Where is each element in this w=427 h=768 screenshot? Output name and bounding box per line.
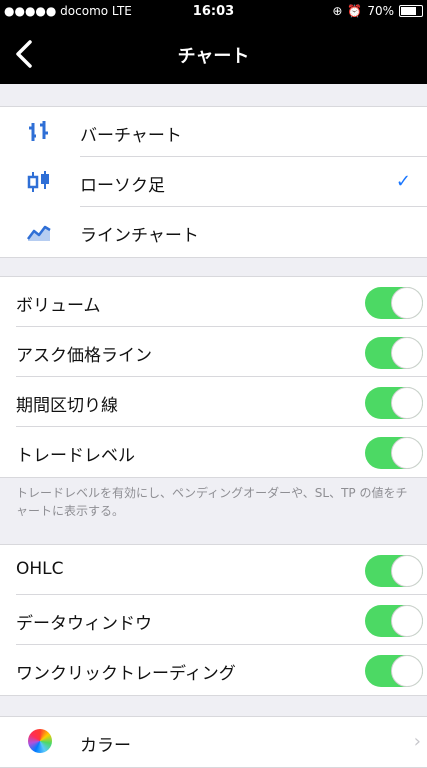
page-title: チャート [177, 46, 250, 67]
trade-levels-toggle[interactable] [365, 437, 423, 469]
toggle-label: データウィンドウ [16, 614, 152, 634]
lock-rotation-icon: ⊕ [332, 4, 343, 18]
toggle-label: ボリューム [16, 296, 101, 316]
chart-type-label: ローソク足 [80, 176, 165, 196]
color-row[interactable]: カラー › [0, 717, 427, 767]
line-chart-icon [27, 225, 51, 241]
one-click-trading-toggle[interactable] [365, 655, 423, 687]
chart-type-candlestick[interactable]: ローソク足 ✓ [0, 157, 427, 207]
toggle-row-volume: ボリューム [0, 277, 427, 327]
toggle-label: トレードレベル [16, 446, 135, 466]
status-right: ⊕ ⏰ 70% [332, 4, 423, 18]
bar-chart-icon [29, 121, 48, 141]
volume-toggle[interactable] [365, 287, 423, 319]
color-group: カラー › [0, 716, 427, 768]
navigation-bar: チャート [0, 24, 427, 84]
toggle-label: OHLC [16, 559, 64, 579]
checkmark-icon: ✓ [395, 171, 411, 192]
toggle-label: 期間区切り線 [16, 396, 118, 416]
trade-levels-description: トレードレベルを有効にし、ペンディングオーダーや、SL、TP の値をチャートに表… [16, 486, 408, 518]
color-wheel-icon [28, 729, 52, 753]
toggle-row-data-window: データウィンドウ [0, 595, 427, 645]
toggle-label: ワンクリックトレーディング [16, 664, 236, 684]
toggle-row-one-click-trading: ワンクリックトレーディング [0, 645, 427, 695]
ohlc-toggle[interactable] [365, 555, 423, 587]
toggle-row-ohlc: OHLC [0, 545, 427, 595]
chevron-right-icon: › [413, 731, 421, 752]
ask-line-toggle[interactable] [365, 337, 423, 369]
chart-type-group: バーチャート ローソク足 ✓ ラインチャート [0, 106, 427, 258]
display-toggles-group: ボリューム アスク価格ライン 期間区切り線 トレードレベル [0, 276, 427, 478]
period-separators-toggle[interactable] [365, 387, 423, 419]
data-window-toggle[interactable] [365, 605, 423, 637]
chart-type-label: ラインチャート [80, 226, 199, 246]
status-bar: ●●●●● docomo LTE 16:03 ⊕ ⏰ 70% [0, 0, 427, 24]
alarm-icon: ⏰ [347, 4, 363, 18]
color-label: カラー [80, 736, 131, 756]
chart-type-line[interactable]: ラインチャート [0, 207, 427, 257]
candlestick-icon [27, 171, 49, 192]
toggle-row-trade-levels: トレードレベル [0, 427, 427, 477]
toggle-label: アスク価格ライン [16, 346, 152, 366]
chart-type-label: バーチャート [80, 126, 182, 146]
toggle-row-ask-line: アスク価格ライン [0, 327, 427, 377]
chart-type-bar[interactable]: バーチャート [0, 107, 427, 157]
extra-toggles-group: OHLC データウィンドウ ワンクリックトレーディング [0, 544, 427, 696]
battery-icon [399, 5, 423, 17]
toggle-row-period-separators: 期間区切り線 [0, 377, 427, 427]
battery-percent: 70% [367, 4, 394, 18]
